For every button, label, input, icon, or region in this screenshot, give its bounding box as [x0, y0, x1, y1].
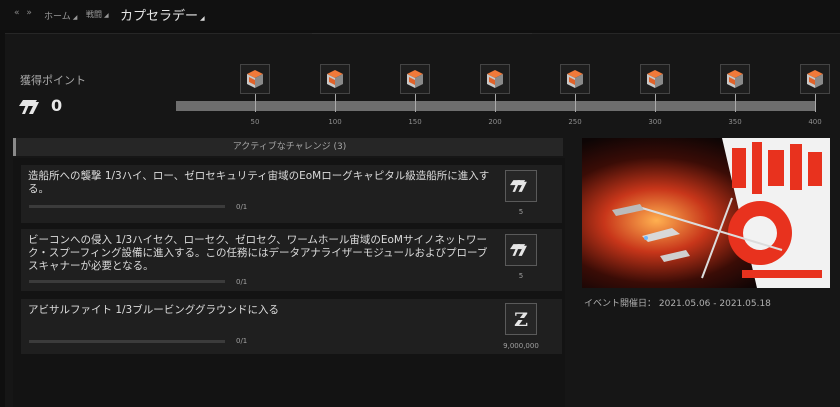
crate-icon	[647, 70, 663, 88]
milestone-tick	[415, 94, 416, 112]
page-title-label: カプセラデー	[120, 9, 199, 24]
reward-value: 9,000,000	[503, 342, 539, 350]
milestone-reward-300[interactable]	[640, 64, 670, 94]
milestone-tick	[655, 94, 656, 112]
crate-icon	[727, 70, 743, 88]
points-label: 獲得ポイント	[20, 74, 86, 87]
milestone-reward-250[interactable]	[560, 64, 590, 94]
milestone-reward-100[interactable]	[320, 64, 350, 94]
milestone-reward-400[interactable]	[800, 64, 830, 94]
challenge-card[interactable]: ビーコンへの侵入 1/3ハイセク、ローセク、ゼロセク、ワームホール宙域のEoMサ…	[21, 229, 562, 291]
breadcrumb-combat-label: 戦闘	[86, 10, 102, 19]
milestone-label: 350	[728, 118, 742, 126]
reward-value: 5	[518, 208, 524, 216]
crate-icon	[807, 70, 823, 88]
event-dates: イベント開催日： 2021.05.06 - 2021.05.18	[584, 299, 771, 309]
challenge-progress-text: 0/1	[236, 203, 248, 211]
caret-icon: ◢	[104, 12, 109, 19]
challenge-progress-bar	[29, 340, 225, 343]
isk-icon: Z	[514, 309, 528, 329]
challenge-card[interactable]: 造船所への襲撃 1/3ハイ、ロー、ゼロセキュリティ宙域のEoMローグキャピタル級…	[21, 165, 562, 223]
nav-arrows[interactable]: « »	[14, 8, 34, 18]
challenge-progress-bar	[29, 280, 225, 283]
challenges-header[interactable]: アクティブなチャレンジ (3)	[13, 138, 563, 156]
milestone-label: 100	[328, 118, 342, 126]
milestone-tick	[815, 94, 816, 112]
challenge-text: アビサルファイト 1/3ブルービンググラウンドに入る	[28, 304, 280, 316]
points-value: 0	[51, 96, 63, 115]
points-progress-track	[176, 101, 816, 111]
crate-icon	[327, 70, 343, 88]
milestone-reward-150[interactable]	[400, 64, 430, 94]
panel-notch	[312, 30, 532, 34]
reward-box: Z	[505, 303, 537, 335]
page-title[interactable]: カプセラデー ◢	[120, 5, 205, 24]
challenge-progress-text: 0/1	[236, 337, 248, 345]
milestone-label: 300	[648, 118, 662, 126]
challenge-text: 造船所への襲撃 1/3ハイ、ロー、ゼロセキュリティ宙域のEoMローグキャピタル級…	[28, 170, 490, 195]
milestone-label: 150	[408, 118, 422, 126]
breadcrumb-combat[interactable]: 戦闘 ◢	[86, 9, 109, 20]
challenge-progress-text: 0/1	[236, 278, 248, 286]
breadcrumb-home-label: ホーム	[44, 12, 71, 22]
breadcrumb-home[interactable]: ホーム ◢	[44, 9, 77, 22]
crate-icon	[407, 70, 423, 88]
challenges-list: 造船所への襲撃 1/3ハイ、ロー、ゼロセキュリティ宙域のEoMローグキャピタル級…	[13, 158, 565, 407]
caret-icon: ◢	[200, 15, 205, 22]
milestone-tick	[335, 94, 336, 112]
reward-value: 5	[518, 272, 524, 280]
event-banner-image	[582, 138, 830, 288]
crate-icon	[487, 70, 503, 88]
flag-icon	[510, 244, 527, 256]
milestone-label: 250	[568, 118, 582, 126]
milestone-tick	[575, 94, 576, 112]
milestone-tick	[495, 94, 496, 112]
milestone-tick	[735, 94, 736, 112]
crate-icon	[567, 70, 583, 88]
header-bar: « » ホーム ◢ 戦闘 ◢ カプセラデー ◢	[0, 0, 840, 30]
challenge-card[interactable]: アビサルファイト 1/3ブルービンググラウンドに入る 0/1 Z 9,000,0…	[21, 299, 562, 354]
caret-icon: ◢	[72, 14, 78, 21]
flag-icon	[510, 180, 527, 192]
crate-icon	[247, 70, 263, 88]
reward-box	[505, 234, 537, 266]
milestone-reward-50[interactable]	[240, 64, 270, 94]
milestone-label: 50	[250, 118, 260, 126]
reward-box	[505, 170, 537, 202]
milestone-label: 200	[488, 118, 502, 126]
milestone-label: 400	[808, 118, 822, 126]
challenge-progress-bar	[29, 205, 225, 208]
challenge-text: ビーコンへの侵入 1/3ハイセク、ローセク、ゼロセク、ワームホール宙域のEoMサ…	[28, 234, 488, 272]
milestone-reward-350[interactable]	[720, 64, 750, 94]
flag-icon	[19, 100, 39, 114]
milestone-reward-200[interactable]	[480, 64, 510, 94]
milestone-tick	[255, 94, 256, 112]
